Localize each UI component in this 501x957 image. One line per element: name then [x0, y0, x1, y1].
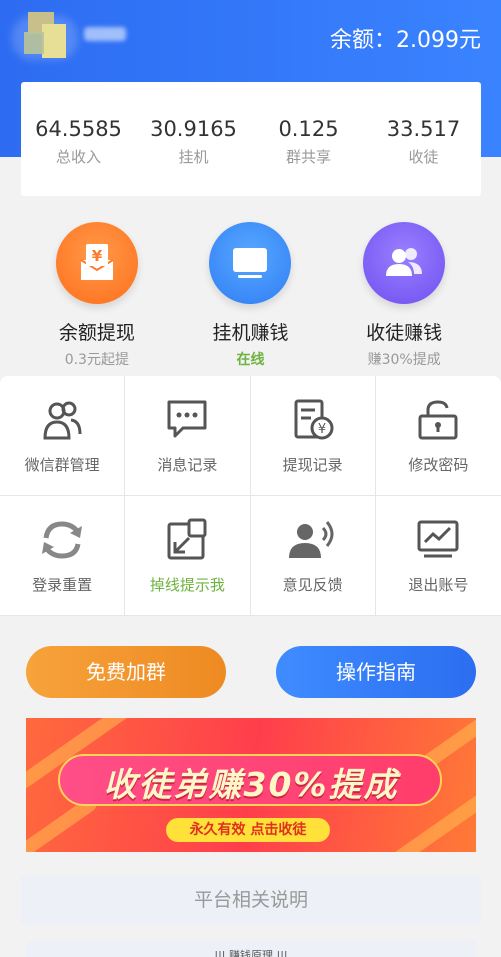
recruit-banner[interactable]: 收徒弟赚30%提成 永久有效 点击收徒	[26, 718, 476, 852]
menu-grid: 微信群管理 消息记录 ¥ 提现记录 修改密码 登录重置 掉线提示我 意见反馈 退…	[0, 376, 501, 616]
feature-hangup[interactable]: 挂机赚钱 在线	[175, 222, 325, 369]
message-icon	[167, 400, 207, 438]
monitor-icon[interactable]	[209, 222, 292, 304]
menu-label: 意见反馈	[282, 576, 343, 594]
receipt-icon: ¥	[294, 399, 334, 440]
feature-subtitle: 赚30%提成	[367, 352, 441, 368]
feature-withdraw[interactable]: ¥ 余额提现 0.3元起提	[22, 222, 172, 369]
external-icon	[167, 518, 207, 560]
feature-subtitle: 0.3元起提	[64, 352, 129, 368]
users-icon[interactable]	[363, 222, 446, 304]
stat-value: 33.517	[386, 117, 461, 141]
menu-offline-alert[interactable]: 掉线提示我	[125, 496, 251, 616]
svg-text:¥: ¥	[317, 422, 325, 437]
menu-login-reset[interactable]: 登录重置	[0, 496, 126, 616]
stat-value: 0.125	[278, 117, 339, 141]
feature-title: 收徒赚钱	[366, 322, 443, 344]
stat-apprentice: 33.517 收徒	[366, 82, 481, 196]
refresh-icon	[42, 521, 83, 559]
menu-wechat-group[interactable]: 微信群管理	[0, 376, 126, 496]
banner-cta[interactable]: 永久有效 点击收徒	[166, 818, 330, 842]
stat-group-share: 0.125 群共享	[251, 82, 366, 196]
menu-label: 修改密码	[408, 456, 469, 474]
feature-title: 余额提现	[58, 322, 135, 344]
avatar[interactable]	[12, 6, 78, 64]
operation-guide-button[interactable]: 操作指南	[276, 646, 476, 698]
menu-withdraw-records[interactable]: ¥ 提现记录	[250, 376, 376, 496]
stat-label: 挂机	[178, 148, 209, 166]
feature-recruit[interactable]: 收徒赚钱 赚30%提成	[329, 222, 479, 369]
menu-label: 退出账号	[408, 576, 469, 594]
stat-label: 收徒	[408, 148, 439, 166]
svg-text:¥: ¥	[92, 247, 103, 265]
menu-change-password[interactable]: 修改密码	[375, 376, 501, 496]
stat-hangup: 30.9165 挂机	[136, 82, 251, 196]
menu-logout[interactable]: 退出账号	[375, 496, 501, 616]
wallet-yuan-icon[interactable]: ¥	[55, 222, 138, 304]
online-status: 在线	[236, 352, 265, 368]
stat-value: 64.5585	[35, 117, 122, 141]
platform-info-button[interactable]: 平台相关说明	[21, 875, 481, 925]
stat-value: 30.9165	[150, 117, 237, 141]
chart-monitor-icon	[417, 520, 459, 558]
menu-feedback[interactable]: 意见反馈	[250, 496, 376, 616]
stat-total-income: 64.5585 总收入	[21, 82, 136, 196]
menu-messages[interactable]: 消息记录	[125, 376, 251, 496]
menu-label: 登录重置	[32, 576, 93, 594]
free-join-group-button[interactable]: 免费加群	[26, 646, 226, 698]
username-blurred	[84, 27, 126, 41]
menu-label: 提现记录	[282, 456, 343, 474]
menu-label: 掉线提示我	[149, 576, 225, 594]
earning-principle-heading: ||| 赚钱原理 |||	[26, 941, 476, 957]
menu-label: 消息记录	[157, 456, 218, 474]
stat-label: 总收入	[55, 148, 101, 166]
feature-row: ¥ 余额提现 0.3元起提 挂机赚钱 在线 收徒赚钱 赚30%提成	[0, 222, 501, 369]
balance-text: 余额：2.099元	[330, 28, 481, 53]
lock-icon	[418, 400, 458, 440]
speaker-icon	[288, 521, 334, 558]
feature-title: 挂机赚钱	[212, 322, 289, 344]
stat-label: 群共享	[285, 148, 331, 166]
menu-label: 微信群管理	[24, 456, 100, 474]
stats-card: 64.5585 总收入 30.9165 挂机 0.125 群共享 33.517 …	[21, 82, 481, 196]
banner-headline: 收徒弟赚30%提成	[103, 765, 399, 804]
group-icon	[43, 401, 82, 440]
